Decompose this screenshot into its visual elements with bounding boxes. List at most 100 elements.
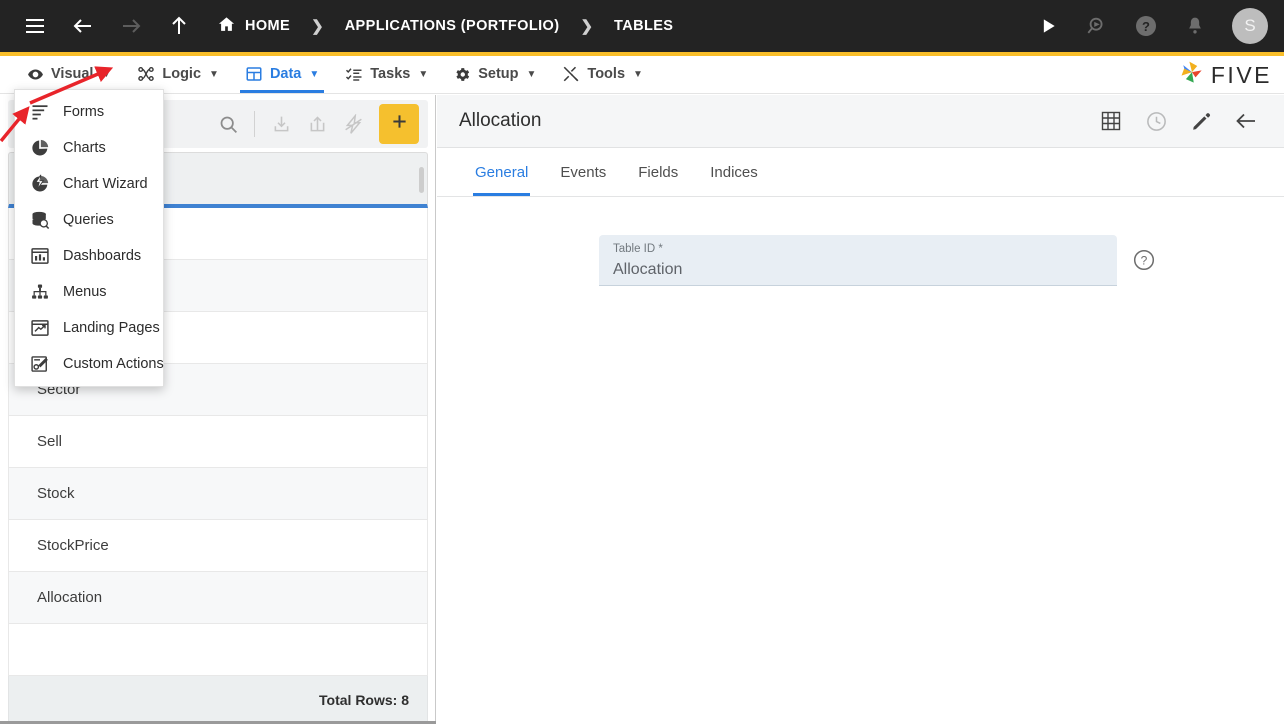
chevron-down-icon: ▼: [101, 68, 112, 80]
arrow-up-icon[interactable]: [159, 6, 199, 46]
menu-option-label: Chart Wizard: [63, 176, 148, 192]
five-pinwheel-logo: [1178, 59, 1206, 92]
table-id-label: Table ID *: [613, 243, 663, 255]
bell-icon[interactable]: [1177, 8, 1213, 44]
detail-header: Allocation: [437, 95, 1284, 148]
gear-icon: [454, 66, 471, 83]
table-row-label: Stock: [37, 485, 75, 502]
tab-events[interactable]: Events: [544, 148, 622, 196]
menu-item-data[interactable]: Data ▼: [232, 55, 332, 93]
menu-item-tasks[interactable]: Tasks ▼: [332, 55, 441, 93]
svg-text:?: ?: [1141, 254, 1148, 268]
list-footer: Total Rows: 8: [8, 676, 428, 724]
menu-option-queries[interactable]: Queries: [15, 202, 163, 238]
breadcrumb-label-home: HOME: [245, 18, 291, 34]
export-icon[interactable]: [300, 107, 334, 141]
tab-fields[interactable]: Fields: [622, 148, 694, 196]
breadcrumb: HOME ❯ APPLICATIONS (PORTFOLIO) ❯ TABLES: [217, 15, 673, 38]
chevron-down-icon: ▼: [209, 68, 219, 80]
flash-icon[interactable]: [336, 107, 370, 141]
pencil-edit-icon[interactable]: [1187, 107, 1215, 135]
table-id-input[interactable]: Allocation: [613, 258, 1103, 282]
detail-tabs: General Events Fields Indices: [437, 148, 1284, 197]
form-lines-icon: [29, 102, 50, 122]
tab-general[interactable]: General: [459, 148, 544, 196]
tab-label-events: Events: [560, 163, 607, 181]
breadcrumb-item-home[interactable]: HOME: [217, 15, 290, 38]
arrow-forward-icon[interactable]: [111, 6, 151, 46]
menu-option-label: Custom Actions: [63, 356, 164, 372]
tab-indices[interactable]: Indices: [694, 148, 774, 196]
clock-history-icon[interactable]: [1142, 107, 1170, 135]
import-icon[interactable]: [264, 107, 298, 141]
home-icon: [217, 15, 236, 38]
brand-logo: FIVE: [1178, 56, 1272, 94]
detail-body: Table ID * Allocation ?: [437, 197, 1284, 286]
wrench-screwdriver-icon: [562, 65, 580, 83]
menu-item-tools[interactable]: Tools ▼: [549, 55, 656, 93]
checklist-icon: [345, 65, 363, 83]
menu-item-logic[interactable]: Logic ▼: [124, 55, 232, 93]
pie-chart-icon: [29, 138, 50, 158]
breadcrumb-item-tables[interactable]: TABLES: [614, 18, 673, 34]
plus-icon: [389, 111, 410, 137]
table-row-label: Allocation: [37, 589, 103, 606]
landing-page-icon: [29, 318, 50, 338]
play-icon[interactable]: [1030, 8, 1066, 44]
menu-option-chart-wizard[interactable]: Chart Wizard: [15, 166, 163, 202]
tab-label-fields: Fields: [638, 163, 679, 181]
search-pointer-icon[interactable]: [1079, 8, 1115, 44]
search-icon[interactable]: [211, 107, 245, 141]
breadcrumb-label-tables: TABLES: [614, 18, 674, 34]
table-row[interactable]: Stock: [8, 468, 428, 520]
chevron-down-icon: ▼: [418, 68, 429, 80]
total-rows-label: Total Rows: 8: [319, 691, 409, 708]
menu-label-data: Data: [269, 66, 302, 82]
help-circle-icon[interactable]: ?: [1131, 247, 1157, 273]
avatar[interactable]: S: [1232, 8, 1268, 44]
table-row[interactable]: Sell: [8, 416, 428, 468]
table-grid-icon: [245, 65, 263, 83]
menu-option-dashboards[interactable]: Dashboards: [15, 238, 163, 274]
custom-action-icon: [29, 354, 50, 374]
eye-icon: [27, 66, 44, 83]
menu-option-landing-pages[interactable]: Landing Pages: [15, 310, 163, 346]
tab-label-indices: Indices: [710, 163, 758, 181]
arrow-back-icon[interactable]: [1232, 107, 1260, 135]
app-window: HOME ❯ APPLICATIONS (PORTFOLIO) ❯ TABLES: [0, 0, 1284, 724]
table-id-field-row: Table ID * Allocation ?: [599, 235, 1284, 286]
nodes-icon: [137, 65, 155, 83]
help-circle-icon[interactable]: ?: [1128, 8, 1164, 44]
chevron-down-icon: ▼: [309, 68, 320, 80]
chevron-right-icon: ❯: [580, 18, 594, 35]
menu-option-label: Forms: [63, 104, 105, 120]
add-table-button[interactable]: [379, 104, 419, 144]
menu-option-label: Menus: [63, 284, 107, 300]
hamburger-icon[interactable]: [15, 6, 55, 46]
table-row[interactable]: StockPrice: [8, 520, 428, 572]
menu-option-menus[interactable]: Menus: [15, 274, 163, 310]
menu-item-setup[interactable]: Setup ▼: [441, 55, 549, 93]
list-scrollbar-thumb[interactable]: [419, 167, 424, 193]
table-grid-icon[interactable]: [1097, 107, 1125, 135]
chevron-right-icon: ❯: [311, 18, 324, 35]
menu-label-setup: Setup: [478, 66, 519, 82]
menu-option-charts[interactable]: Charts: [15, 130, 163, 166]
database-search-icon: [29, 210, 50, 230]
menu-label-tasks: Tasks: [370, 66, 411, 82]
breadcrumb-item-applications[interactable]: APPLICATIONS (PORTFOLIO): [345, 18, 560, 34]
table-id-field[interactable]: Table ID * Allocation: [599, 235, 1117, 286]
menu-item-visual[interactable]: Visual ▼: [14, 55, 124, 93]
menu-label-tools: Tools: [587, 66, 626, 82]
visual-dropdown-menu: Forms Charts Chart Wizard Queries Dashbo…: [14, 89, 164, 387]
menu-option-label: Queries: [63, 212, 114, 228]
tab-label-general: General: [475, 163, 529, 181]
top-bar-actions: ? S: [1030, 0, 1268, 52]
menu-option-custom-actions[interactable]: Custom Actions: [15, 346, 164, 382]
svg-text:?: ?: [1142, 19, 1150, 34]
top-navigation-bar: HOME ❯ APPLICATIONS (PORTFOLIO) ❯ TABLES: [0, 0, 1284, 52]
menu-option-forms[interactable]: Forms: [15, 94, 163, 130]
table-detail-panel: Allocation General Events Fields Indices…: [437, 95, 1284, 724]
arrow-back-icon[interactable]: [63, 6, 103, 46]
table-row[interactable]: Allocation: [8, 572, 428, 624]
